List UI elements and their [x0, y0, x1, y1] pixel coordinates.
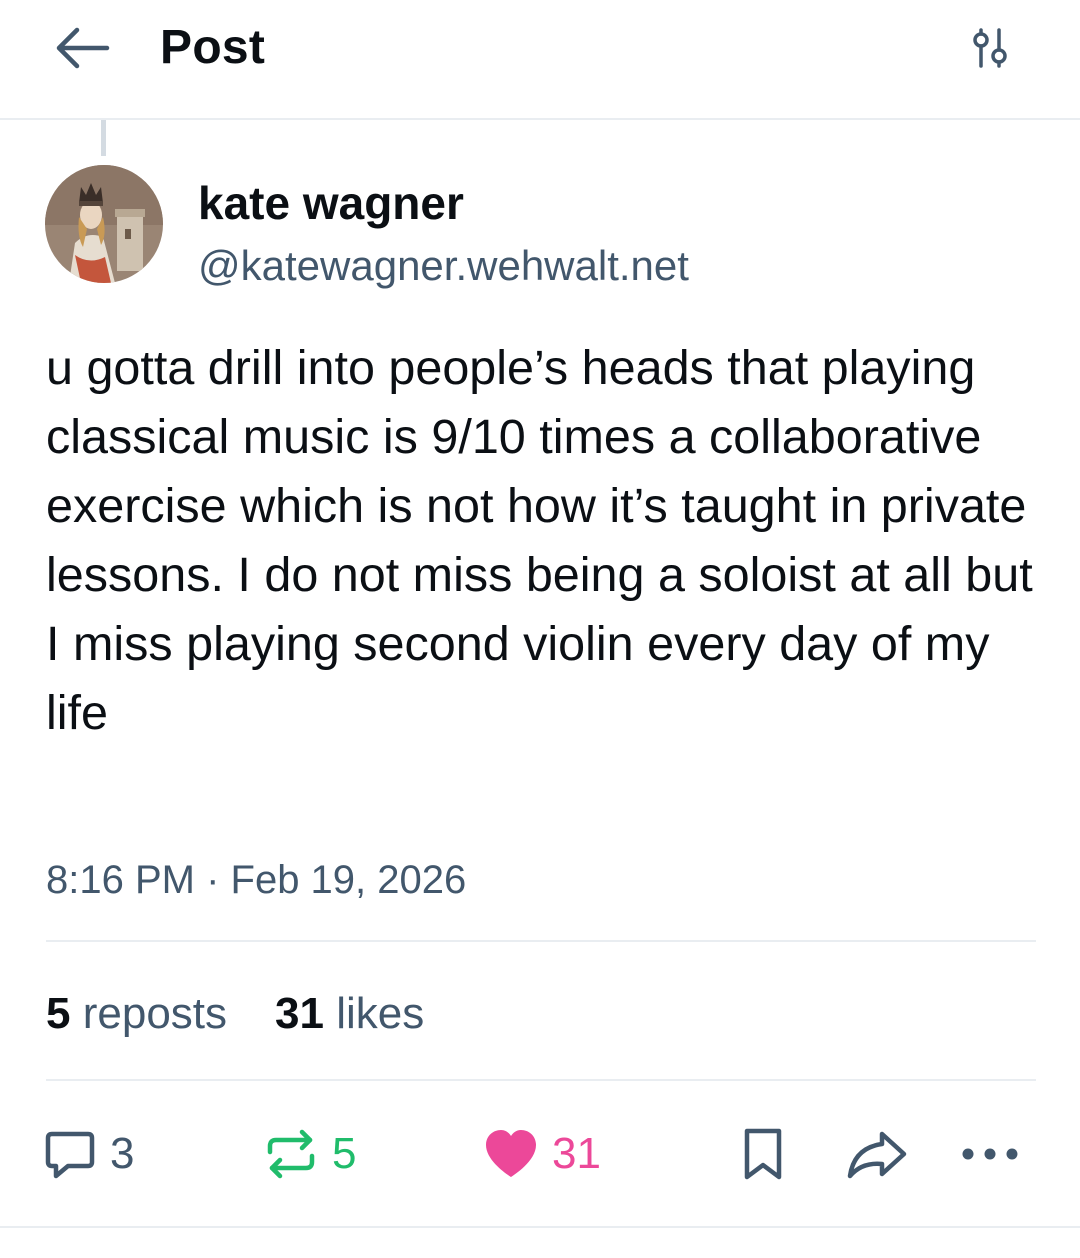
divider [46, 1079, 1036, 1081]
post-text: u gotta drill into people’s heads that p… [46, 341, 1033, 740]
repost-count: 5 [332, 1129, 357, 1178]
likes-stat[interactable]: 31 likes [275, 987, 424, 1041]
divider [0, 1226, 1080, 1228]
like-button[interactable]: 31 [482, 1122, 601, 1186]
author-name[interactable]: kate wagner [198, 176, 464, 230]
thread-settings-button[interactable] [960, 20, 1020, 76]
likes-count: 31 [275, 989, 324, 1038]
top-bar: Post [0, 0, 1080, 120]
share-button[interactable] [846, 1122, 908, 1186]
arrow-left-icon [56, 27, 110, 69]
medieval-portrait-avatar-image [45, 165, 163, 283]
sliders-icon [973, 28, 1007, 68]
reply-count: 3 [110, 1129, 135, 1178]
more-options-button[interactable] [958, 1122, 1022, 1186]
repost-icon [267, 1129, 315, 1179]
share-icon [847, 1131, 907, 1179]
divider [46, 940, 1036, 942]
heart-icon [486, 1130, 536, 1177]
avatar[interactable] [45, 165, 163, 283]
reposts-stat[interactable]: 5 reposts [46, 987, 227, 1041]
reposts-count: 5 [46, 989, 71, 1038]
likes-label: likes [336, 989, 425, 1038]
like-count: 31 [552, 1129, 601, 1178]
bookmark-button[interactable] [738, 1122, 788, 1186]
reply-button[interactable]: 3 [42, 1122, 134, 1186]
back-button[interactable] [50, 22, 114, 74]
thread-connector-line [101, 120, 106, 156]
more-dots-icon [962, 1148, 1018, 1160]
bookmark-icon [744, 1128, 782, 1180]
repost-button[interactable]: 5 [262, 1122, 356, 1186]
comment-icon [45, 1131, 95, 1179]
post-timestamp: 8:16 PM · Feb 19, 2026 [46, 858, 467, 902]
author-handle[interactable]: @katewagner.wehwalt.net [198, 240, 689, 292]
engagement-stats: 5 reposts 31 likes [46, 987, 424, 1041]
reposts-label: reposts [82, 989, 228, 1038]
page-title: Post [160, 21, 266, 74]
